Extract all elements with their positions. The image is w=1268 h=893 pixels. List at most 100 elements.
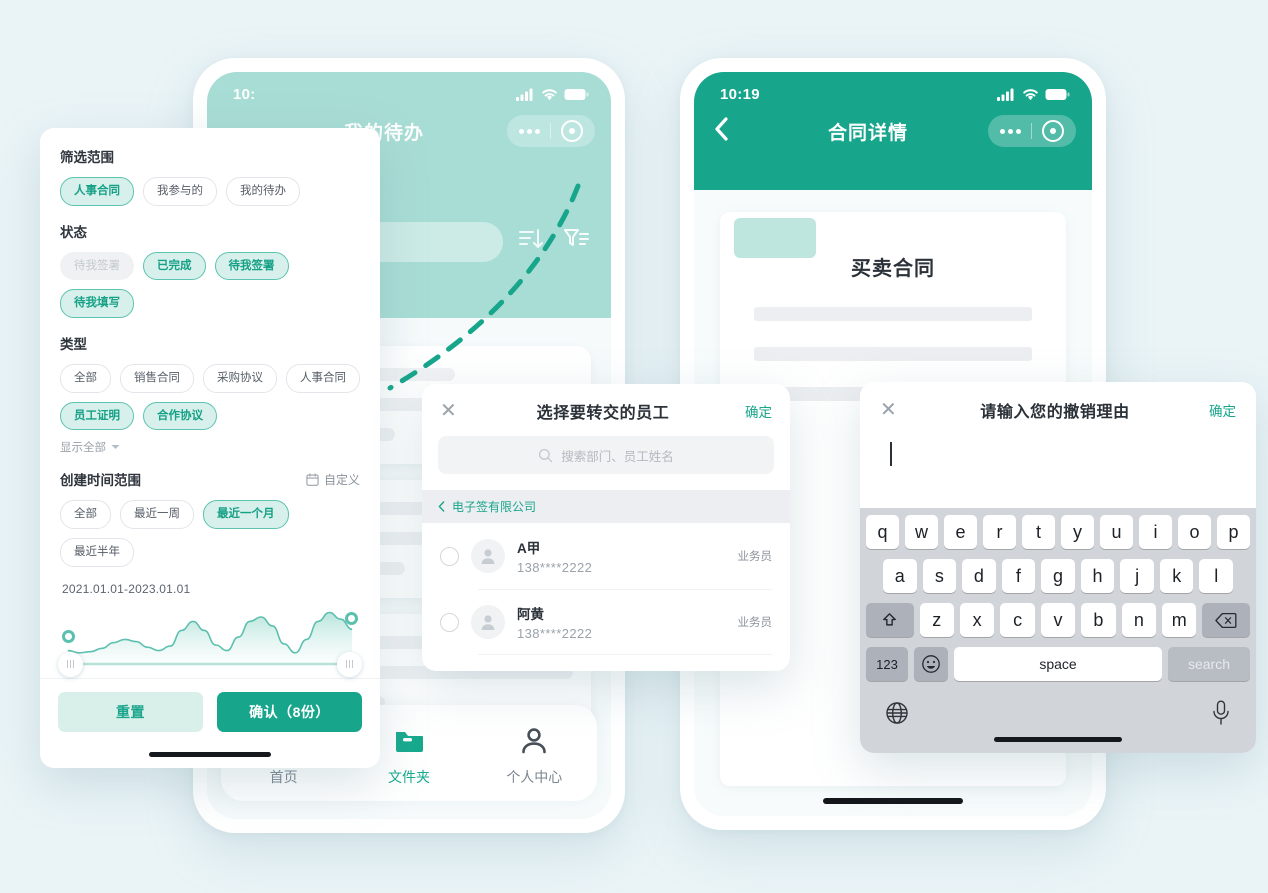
key-x[interactable]: x: [959, 603, 995, 637]
radio-button[interactable]: [440, 546, 459, 566]
show-all-toggle[interactable]: 显示全部: [60, 439, 360, 455]
range-slider[interactable]: [62, 600, 358, 674]
key-h[interactable]: h: [1080, 559, 1115, 593]
filter-chip[interactable]: 最近半年: [60, 538, 134, 567]
close-icon[interactable]: ✕: [880, 400, 914, 420]
employee-phone: 138****2222: [517, 560, 593, 575]
radio-button[interactable]: [440, 612, 459, 632]
employee-info: 阿黄 138****2222: [517, 603, 592, 641]
close-icon[interactable]: ✕: [440, 401, 474, 421]
wifi-icon: [542, 89, 557, 101]
key-e[interactable]: e: [944, 515, 977, 549]
filter-icon[interactable]: [561, 224, 591, 254]
range-handle-end-dot[interactable]: [345, 611, 358, 625]
miniapp-capsule-left[interactable]: [507, 115, 595, 147]
sort-icon[interactable]: [515, 224, 545, 254]
filter-chip[interactable]: 待我签署: [214, 251, 289, 281]
filter-chip[interactable]: 全部: [60, 364, 111, 393]
date-range-chart: [58, 600, 362, 677]
filter-chip[interactable]: 采购协议: [203, 364, 277, 393]
numeric-key[interactable]: 123: [866, 647, 908, 681]
mic-icon[interactable]: [1211, 700, 1231, 726]
time-label: 创建时间范围: [60, 473, 141, 489]
key-d[interactable]: d: [962, 559, 996, 593]
show-all-label: 显示全部: [60, 442, 106, 455]
bottom-nav-label: 个人中心: [506, 768, 563, 785]
filter-chip[interactable]: 最近一个月: [203, 500, 289, 530]
key-v[interactable]: v: [1040, 603, 1076, 637]
shift-icon: [883, 612, 897, 626]
back-button[interactable]: [714, 116, 748, 146]
bottom-nav-item-profile[interactable]: 个人中心: [489, 724, 579, 787]
key-j[interactable]: j: [1120, 559, 1154, 593]
key-m[interactable]: m: [1162, 603, 1197, 637]
filter-chip-group-type: 全部 销售合同 采购协议 人事合同 员工证明 合作协议: [60, 364, 360, 431]
reason-textarea[interactable]: [860, 434, 1256, 508]
chevron-down-icon: [111, 445, 120, 450]
filter-chip[interactable]: 全部: [60, 500, 111, 530]
key-i[interactable]: i: [1139, 515, 1172, 549]
list-item[interactable]: 阿黄 138****2222 业务员: [422, 589, 790, 655]
key-z[interactable]: z: [919, 603, 954, 637]
custom-date-button[interactable]: 自定义: [306, 471, 360, 488]
home-indicator-filter: [40, 742, 380, 768]
key-f[interactable]: f: [1001, 559, 1036, 593]
reset-button[interactable]: 重置: [58, 691, 203, 732]
globe-icon[interactable]: [885, 701, 909, 725]
filter-chip[interactable]: 人事合同: [60, 177, 134, 206]
breadcrumb[interactable]: 电子签有限公司: [422, 490, 790, 523]
filter-chip[interactable]: 人事合同: [286, 364, 360, 393]
range-handle-start-dot[interactable]: [62, 629, 75, 643]
filter-chip[interactable]: 合作协议: [143, 401, 217, 431]
key-a[interactable]: a: [882, 559, 917, 593]
target-icon[interactable]: [1042, 120, 1064, 142]
key-r[interactable]: r: [983, 515, 1016, 549]
space-key[interactable]: space: [954, 647, 1162, 681]
confirm-button[interactable]: 确定: [732, 401, 772, 421]
employee-phone: 138****2222: [517, 626, 593, 641]
transfer-panel-footer-pad: [422, 655, 790, 671]
filter-chip[interactable]: 已完成: [143, 251, 206, 281]
employee-name: A甲: [517, 541, 541, 556]
key-y[interactable]: y: [1061, 515, 1094, 549]
confirm-button[interactable]: 确定: [1196, 400, 1236, 420]
key-w[interactable]: w: [905, 515, 938, 549]
filter-chip[interactable]: 我参与的: [143, 177, 217, 206]
key-l[interactable]: l: [1199, 559, 1234, 593]
key-n[interactable]: n: [1121, 603, 1157, 637]
filter-chip[interactable]: 销售合同: [120, 364, 194, 393]
key-p[interactable]: p: [1217, 515, 1250, 549]
filter-chip[interactable]: 最近一周: [120, 500, 194, 530]
search-input[interactable]: 搜索部门、员工姓名: [438, 436, 774, 474]
more-icon[interactable]: [1000, 128, 1021, 134]
range-handle-start[interactable]: [58, 651, 83, 677]
filter-chip[interactable]: 待我填写: [60, 289, 134, 319]
key-q[interactable]: q: [866, 515, 899, 549]
bottom-nav-label: 首页: [269, 768, 298, 785]
shift-key[interactable]: [866, 603, 914, 637]
miniapp-capsule-right[interactable]: [988, 115, 1076, 147]
key-c[interactable]: c: [1000, 603, 1035, 637]
more-icon[interactable]: [519, 128, 540, 134]
key-k[interactable]: k: [1159, 559, 1194, 593]
avatar: [471, 539, 505, 573]
status-time: 10:19: [720, 86, 760, 103]
key-o[interactable]: o: [1178, 515, 1211, 549]
key-s[interactable]: s: [922, 559, 957, 593]
key-g[interactable]: g: [1041, 559, 1075, 593]
key-b[interactable]: b: [1081, 603, 1116, 637]
key-u[interactable]: u: [1100, 515, 1133, 549]
filter-chip[interactable]: 员工证明: [60, 401, 134, 431]
list-item[interactable]: A甲 138****2222 业务员: [422, 523, 790, 589]
filter-panel: 筛选范围 人事合同 我参与的 我的待办 状态 待我签署 已完成 待我签署 待我填…: [40, 128, 380, 768]
key-t[interactable]: t: [1022, 515, 1055, 549]
filter-chip[interactable]: 我的待办: [226, 177, 300, 206]
search-key[interactable]: search: [1168, 647, 1250, 681]
target-icon[interactable]: [561, 120, 583, 142]
backspace-key[interactable]: [1202, 603, 1250, 637]
chevron-left-icon: [438, 501, 445, 512]
filter-section-label-time: 创建时间范围 自定义: [60, 469, 360, 489]
confirm-button[interactable]: 确认（8份）: [217, 691, 362, 732]
range-handle-end[interactable]: [337, 651, 362, 677]
emoji-key[interactable]: [914, 647, 948, 681]
